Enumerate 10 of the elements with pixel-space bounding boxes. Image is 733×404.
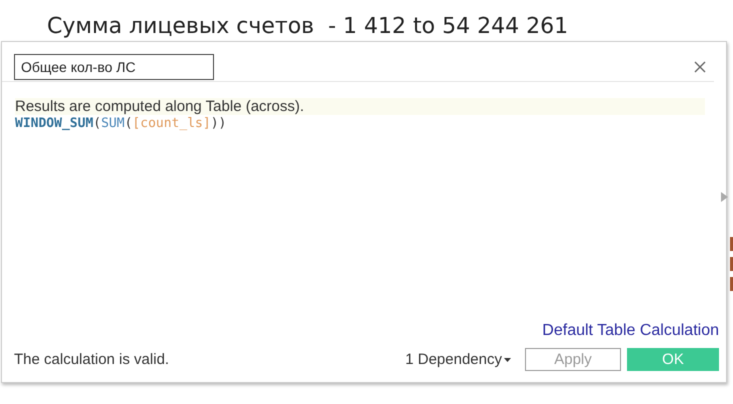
info-banner: Results are computed along Table (across).: [15, 98, 705, 115]
caret-icon: [504, 358, 511, 362]
default-table-calculation-link[interactable]: Default Table Calculation: [542, 322, 719, 340]
validation-status: The calculation is valid.: [14, 351, 170, 368]
sheet-title: Сумма лицевых счетов - 1 412 to 54 244 261: [46, 13, 570, 41]
calculation-name-field[interactable]: Общее кол-во ЛС: [14, 54, 214, 80]
chart-bar-sliver: [730, 237, 733, 291]
formula-text[interactable]: WINDOW_SUM(SUM([count_ls])): [15, 115, 714, 132]
close-icon[interactable]: [694, 61, 706, 73]
dependency-dropdown[interactable]: 1 Dependency: [405, 351, 511, 368]
